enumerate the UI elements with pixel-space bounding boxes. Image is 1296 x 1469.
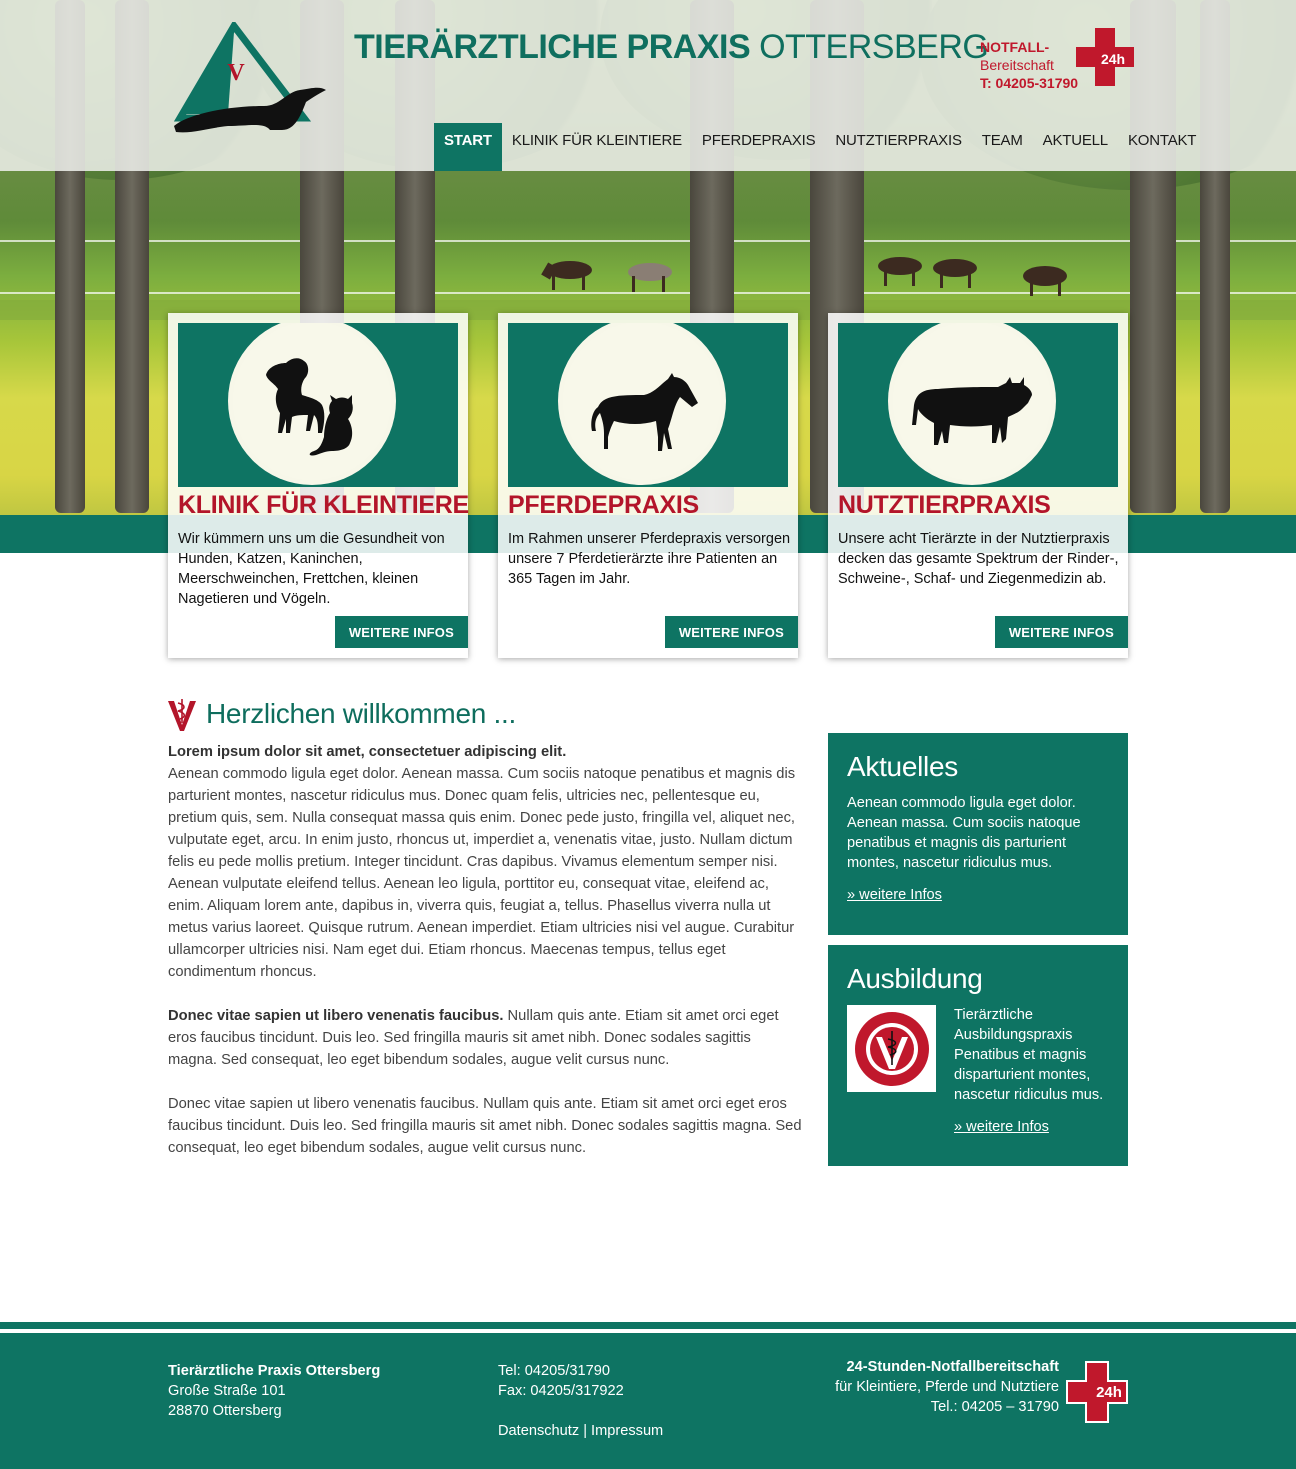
welcome-p2-lead: Donec vitae sapien ut libero venenatis f… [168, 1008, 504, 1024]
more-info-button[interactable]: WEITERE INFOS [334, 616, 468, 648]
svg-text:V: V [227, 60, 245, 86]
card-icon-box [508, 323, 788, 487]
footer-contact: Tel: 04205/31790 Fax: 04205/317922 Daten… [498, 1361, 663, 1441]
card-icon-box [838, 323, 1118, 487]
site-title-light: OTTERSBERG [759, 28, 989, 66]
logo-icon[interactable]: V [168, 22, 332, 142]
nav-start[interactable]: START [434, 123, 502, 171]
footer-emergency-title: 24-Stunden-Notfallbereitschaft [846, 1359, 1059, 1375]
card-kleintiere: KLINIK FÜR KLEINTIERE Wir kümmern uns um… [168, 313, 469, 658]
ausbildung-badge [847, 1005, 936, 1092]
emergency-info: NOTFALL- Bereitschaft T: 04205-31790 24h [980, 28, 1140, 98]
nav-team[interactable]: TEAM [972, 123, 1033, 171]
welcome-heading: Herzlichen willkommen ... [168, 697, 516, 731]
nav-pferdepraxis[interactable]: PFERDEPRAXIS [692, 123, 825, 171]
footer-badge: 24h [1096, 1384, 1122, 1401]
ausbildung-box: Ausbildung Tierärztliche Ausbildungsprax… [828, 945, 1128, 1166]
welcome-title: Herzlichen willkommen ... [206, 698, 516, 729]
ausbildung-text: Tierärztliche Ausbildungspraxis Penatibu… [954, 1007, 1104, 1103]
footer-separator: | [583, 1423, 587, 1439]
ausbildung-more-link[interactable]: » weitere Infos [954, 1119, 1049, 1135]
footer-street: Große Straße 101 [168, 1383, 286, 1399]
footer-fax: Fax: 04205/317922 [498, 1383, 624, 1399]
card-nutztierpraxis: NUTZTIERPRAXIS Unsere acht Tierärzte in … [828, 313, 1128, 658]
datenschutz-link[interactable]: Datenschutz [498, 1423, 579, 1439]
welcome-p1-lead: Lorem ipsum dolor sit amet, consectetuer… [168, 744, 567, 760]
card-title: KLINIK FÜR KLEINTIERE [178, 491, 469, 519]
ausbildung-title: Ausbildung [847, 963, 983, 994]
footer: Tierärztliche Praxis Ottersberg Große St… [0, 1333, 1296, 1469]
nav-aktuell[interactable]: AKTUELL [1033, 123, 1118, 171]
footer-emergency: 24-Stunden-Notfallbereitschaft für Klein… [835, 1357, 1059, 1417]
nav-kontakt[interactable]: KONTAKT [1118, 123, 1206, 171]
footer-name: Tierärztliche Praxis Ottersberg [168, 1363, 381, 1379]
horse-icon [591, 373, 698, 451]
emergency-badge: 24h [1101, 51, 1125, 67]
card-title: NUTZTIERPRAXIS [838, 491, 1051, 519]
site-title-bold: TIERÄRZTLICHE PRAXIS [354, 28, 751, 66]
footer-line [0, 1322, 1296, 1329]
card-text: Im Rahmen unserer Pferdepraxis versorgen… [508, 531, 791, 587]
card-text: Unsere acht Tierärzte in der Nutztierpra… [838, 531, 1119, 587]
footer-emergency-tel[interactable]: Tel.: 04205 – 31790 [931, 1399, 1059, 1415]
aktuelles-box: Aktuelles Aenean commodo ligula eget dol… [828, 733, 1128, 935]
welcome-text: Lorem ipsum dolor sit amet, consectetuer… [168, 741, 803, 1181]
red-cross-icon: 24h [1076, 28, 1134, 86]
more-info-button[interactable]: WEITERE INFOS [664, 616, 798, 648]
caduceus-icon [168, 699, 196, 731]
cow-icon [912, 377, 1032, 445]
more-info-button[interactable]: WEITERE INFOS [994, 616, 1128, 648]
card-title: PFERDEPRAXIS [508, 491, 699, 519]
footer-emergency-sub: für Kleintiere, Pferde und Nutztiere [835, 1379, 1059, 1395]
main-nav: START KLINIK FÜR KLEINTIERE PFERDEPRAXIS… [434, 123, 1206, 171]
welcome-p3-text: Donec vitae sapien ut libero venenatis f… [168, 1096, 802, 1156]
card-pferdepraxis: PFERDEPRAXIS Im Rahmen unserer Pferdepra… [498, 313, 798, 658]
footer-address: Tierärztliche Praxis Ottersberg Große St… [168, 1361, 380, 1421]
aktuelles-text: Aenean commodo ligula eget dolor. Aenean… [847, 795, 1081, 871]
nav-klinik-kleintiere[interactable]: KLINIK FÜR KLEINTIERE [502, 123, 692, 171]
site-title[interactable]: TIERÄRZTLICHE PRAXIS OTTERSBERG [354, 28, 989, 67]
training-seal-icon [854, 1011, 929, 1086]
aktuelles-more-link[interactable]: » weitere Infos [847, 887, 942, 903]
footer-city: 28870 Ottersberg [168, 1403, 282, 1419]
welcome-p1-text: Aenean commodo ligula eget dolor. Aenean… [168, 766, 796, 980]
card-icon-box [178, 323, 458, 487]
card-text: Wir kümmern uns um die Gesundheit von Hu… [178, 531, 445, 607]
nav-nutztierpraxis[interactable]: NUTZTIERPRAXIS [825, 123, 971, 171]
dog-cat-icon [266, 358, 353, 456]
impressum-link[interactable]: Impressum [591, 1423, 663, 1439]
footer-tel[interactable]: Tel: 04205/31790 [498, 1363, 610, 1379]
aktuelles-title: Aktuelles [847, 751, 958, 782]
red-cross-icon: 24h [1066, 1361, 1128, 1423]
